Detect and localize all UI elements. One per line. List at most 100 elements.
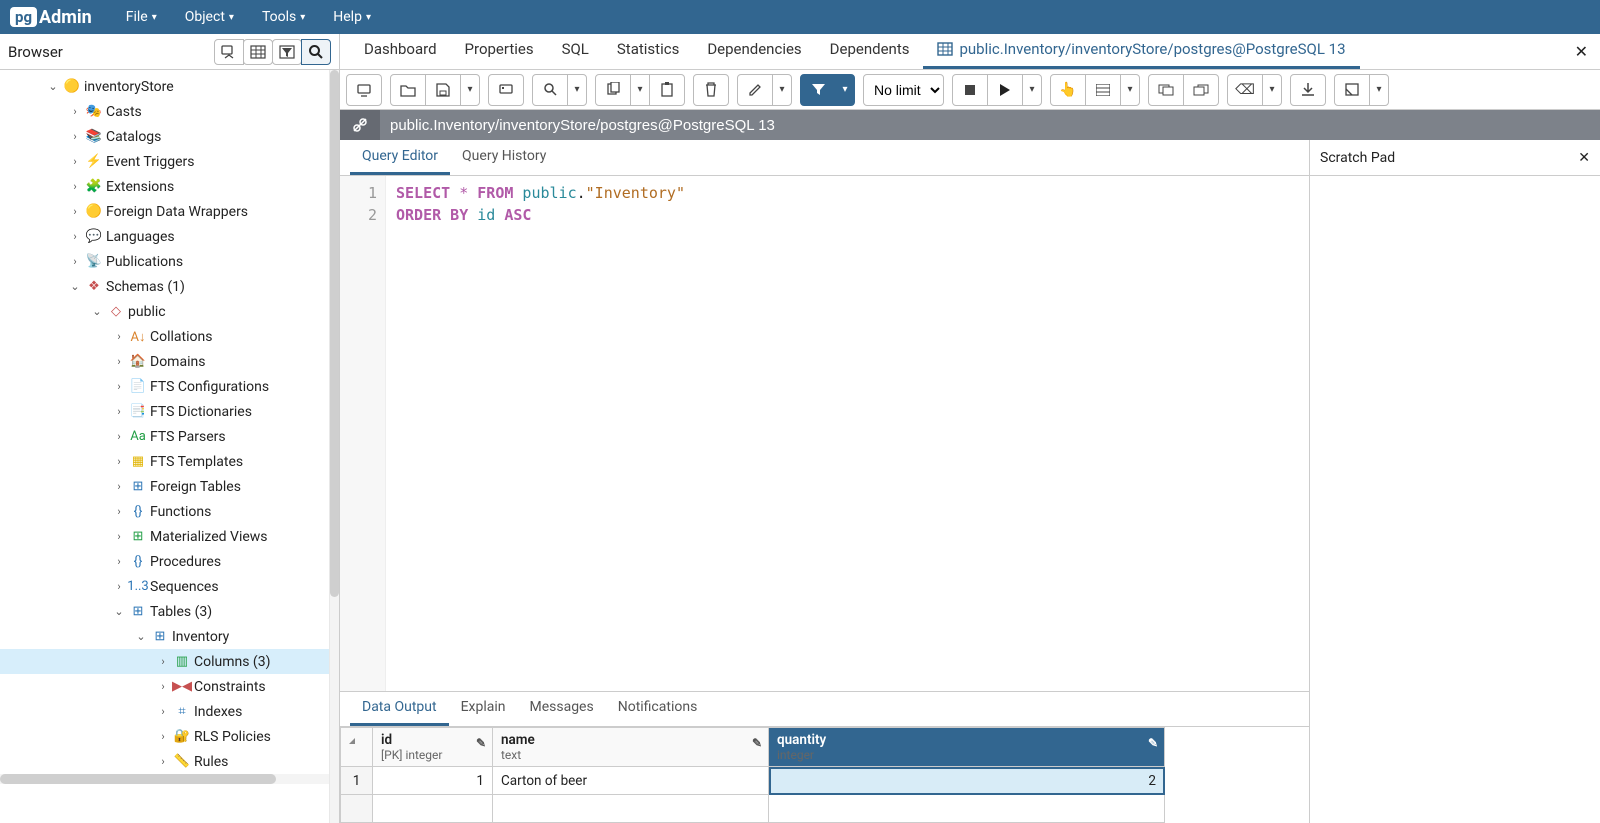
tree-item[interactable]: ›⌗Indexes <box>0 699 329 724</box>
search-objects-button[interactable] <box>301 39 331 65</box>
row-number[interactable]: 1 <box>341 767 373 795</box>
tab-messages[interactable]: Messages <box>517 691 605 726</box>
table-row-empty[interactable] <box>341 795 1165 823</box>
tree-item[interactable]: ›▦FTS Templates <box>0 449 329 474</box>
menu-tools[interactable]: Tools▾ <box>248 0 319 34</box>
edit-button[interactable] <box>737 74 773 106</box>
cell-name[interactable]: Carton of beer <box>493 767 769 795</box>
tab-notifications[interactable]: Notifications <box>606 691 710 726</box>
col-header-id[interactable]: id[PK] integer ✎ <box>373 728 493 767</box>
connection-status-icon[interactable] <box>340 110 380 140</box>
tree-item[interactable]: ⌄◇public <box>0 299 329 324</box>
explain-analyze-button[interactable] <box>1085 74 1121 106</box>
find-button[interactable] <box>532 74 568 106</box>
macro-button[interactable] <box>1334 74 1370 106</box>
filter-rows-button[interactable] <box>272 39 302 65</box>
chevron-right-icon[interactable]: › <box>110 355 128 368</box>
chevron-right-icon[interactable]: › <box>154 730 172 743</box>
tree-item[interactable]: ›📑FTS Dictionaries <box>0 399 329 424</box>
tree-item[interactable]: ›{}Functions <box>0 499 329 524</box>
chevron-right-icon[interactable]: › <box>110 455 128 468</box>
tree-item[interactable]: ⌄🟡inventoryStore <box>0 74 329 99</box>
edit-dropdown-button[interactable]: ▾ <box>772 74 792 106</box>
sql-editor[interactable]: 1 2 SELECT * FROM public."Inventory" ORD… <box>340 176 1309 691</box>
execute-button[interactable] <box>987 74 1023 106</box>
commit-button[interactable] <box>1148 74 1184 106</box>
tab-query-editor[interactable]: Query Editor <box>350 140 450 175</box>
tab-sql[interactable]: SQL <box>548 32 603 69</box>
chevron-right-icon[interactable]: › <box>110 555 128 568</box>
chevron-right-icon[interactable]: › <box>110 530 128 543</box>
limit-select[interactable]: No limit <box>863 74 944 106</box>
chevron-right-icon[interactable]: › <box>66 205 84 218</box>
chevron-down-icon[interactable]: ⌄ <box>110 605 128 618</box>
chevron-down-icon[interactable]: ⌄ <box>132 630 150 643</box>
clear-dropdown-button[interactable]: ▾ <box>1262 74 1282 106</box>
tree-item[interactable]: ⌄❖Schemas (1) <box>0 274 329 299</box>
chevron-right-icon[interactable]: › <box>110 430 128 443</box>
rollback-button[interactable] <box>1183 74 1219 106</box>
tree-item[interactable]: ›📚Catalogs <box>0 124 329 149</box>
tree-item[interactable]: ›1..3Sequences <box>0 574 329 599</box>
chevron-right-icon[interactable]: › <box>110 580 128 593</box>
tree-item[interactable]: ›▥Columns (3) <box>0 649 329 674</box>
data-output-grid[interactable]: id[PK] integer ✎ nametext ✎ quantityinte… <box>340 727 1309 823</box>
tree-item[interactable]: ›🎭Casts <box>0 99 329 124</box>
copy-button[interactable] <box>595 74 631 106</box>
view-all-button[interactable] <box>243 39 273 65</box>
chevron-right-icon[interactable]: › <box>66 105 84 118</box>
tree-item[interactable]: ›⚡Event Triggers <box>0 149 329 174</box>
cell-id[interactable]: 1 <box>373 767 493 795</box>
tree-item[interactable]: ›📡Publications <box>0 249 329 274</box>
filter-button[interactable] <box>800 74 836 106</box>
tree-item[interactable]: ›🔐RLS Policies <box>0 724 329 749</box>
tab-query-panel[interactable]: public.Inventory/inventoryStore/postgres… <box>923 32 1359 69</box>
close-tab-button[interactable]: ✕ <box>1575 42 1588 61</box>
find-dropdown-button[interactable]: ▾ <box>567 74 587 106</box>
download-button[interactable] <box>1290 74 1326 106</box>
stop-button[interactable] <box>952 74 988 106</box>
chevron-right-icon[interactable]: › <box>110 480 128 493</box>
copy-dropdown-button[interactable]: ▾ <box>630 74 650 106</box>
tab-dependencies[interactable]: Dependencies <box>693 32 815 69</box>
tree-item[interactable]: ›A↓Collations <box>0 324 329 349</box>
object-tree[interactable]: ⌄🟡inventoryStore›🎭Casts›📚Catalogs›⚡Event… <box>0 70 329 823</box>
chevron-right-icon[interactable]: › <box>66 155 84 168</box>
save-dropdown-button[interactable]: ▾ <box>460 74 480 106</box>
chevron-right-icon[interactable]: › <box>66 230 84 243</box>
chevron-right-icon[interactable]: › <box>110 505 128 518</box>
chevron-right-icon[interactable]: › <box>66 180 84 193</box>
macro-dropdown-button[interactable]: ▾ <box>1369 74 1389 106</box>
tree-item[interactable]: ›📏Rules <box>0 749 329 774</box>
col-header-name[interactable]: nametext ✎ <box>493 728 769 767</box>
connection-path-input[interactable] <box>380 110 1600 140</box>
scratch-pad-textarea[interactable] <box>1310 176 1600 823</box>
chevron-right-icon[interactable]: › <box>154 755 172 768</box>
cell-quantity[interactable]: 2 <box>769 767 1165 795</box>
tree-horizontal-scrollbar[interactable] <box>0 774 329 784</box>
tree-item[interactable]: ›💬Languages <box>0 224 329 249</box>
tab-statistics[interactable]: Statistics <box>603 32 693 69</box>
tree-item[interactable]: ⌄⊞Tables (3) <box>0 599 329 624</box>
close-scratch-button[interactable]: ✕ <box>1578 150 1590 166</box>
tab-dependents[interactable]: Dependents <box>816 32 924 69</box>
chevron-right-icon[interactable]: › <box>110 405 128 418</box>
tree-item[interactable]: ›▶◀Constraints <box>0 674 329 699</box>
tree-item[interactable]: ›🟡Foreign Data Wrappers <box>0 199 329 224</box>
query-tool-button[interactable] <box>214 39 244 65</box>
chevron-right-icon[interactable]: › <box>154 705 172 718</box>
delete-row-button[interactable] <box>693 74 729 106</box>
explain-button[interactable]: 👆 <box>1050 74 1086 106</box>
tab-properties[interactable]: Properties <box>451 32 548 69</box>
tab-explain[interactable]: Explain <box>449 691 518 726</box>
tree-item[interactable]: ⌄⊞Inventory <box>0 624 329 649</box>
tree-item[interactable]: ›⊞Materialized Views <box>0 524 329 549</box>
tree-vertical-scrollbar[interactable] <box>329 70 339 823</box>
chevron-right-icon[interactable]: › <box>110 380 128 393</box>
save-file-button[interactable] <box>425 74 461 106</box>
paste-button[interactable] <box>649 74 685 106</box>
chevron-down-icon[interactable]: ⌄ <box>44 80 62 93</box>
explain-dropdown-button[interactable]: ▾ <box>1120 74 1140 106</box>
chevron-right-icon[interactable]: › <box>154 680 172 693</box>
tree-item[interactable]: ›🧩Extensions <box>0 174 329 199</box>
